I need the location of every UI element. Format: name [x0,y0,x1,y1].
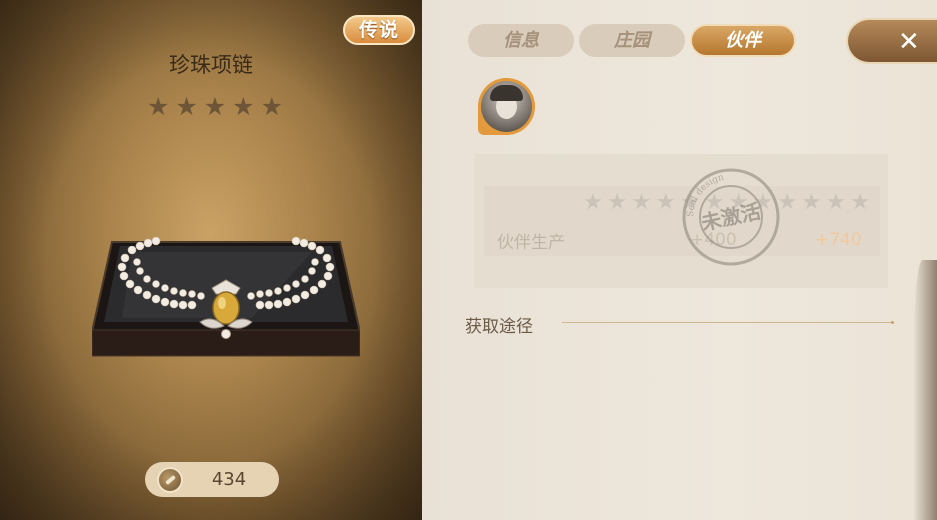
item-star-rating: ★ ★ ★ ★ ★ [147,92,283,122]
close-button[interactable]: ✕ [846,18,937,64]
star-icon: ★ [850,190,870,215]
compass-icon [157,467,183,493]
tab-info[interactable]: 信息 [468,24,574,57]
star-icon: ★ [631,190,652,215]
star-icon: ★ [203,92,227,121]
partner-production-max-value: +740 [815,230,862,250]
page-edge-decoration [913,260,937,520]
item-count-pill: 434 [145,462,279,497]
star-icon: ★ [147,92,170,121]
tab-partner[interactable]: 伙伴 [690,24,796,57]
pearl-necklace-image [92,236,360,357]
source-divider [562,321,894,324]
partner-production-label: 伙伴生产 [497,233,565,253]
star-icon: ★ [655,190,676,215]
avatar [481,81,532,132]
star-icon: ★ [232,92,255,121]
item-showcase-panel: 传说 珍珠项链 ★ ★ ★ ★ ★ 434 [0,0,422,520]
rarity-badge: 传说 [343,15,415,45]
tab-manor[interactable]: 庄园 [579,24,685,57]
item-name: 珍珠项链 [169,53,253,77]
star-icon: ★ [825,190,846,215]
star-icon: ★ [260,92,283,121]
source-title: 获取途径 [465,317,533,337]
star-icon: ★ [175,92,198,121]
star-icon: ★ [607,190,628,215]
inactive-stamp: Seal design 未激活 [682,168,780,266]
item-count: 434 [211,469,247,490]
star-icon: ★ [801,190,822,215]
close-icon: ✕ [898,27,920,57]
star-icon: ★ [583,190,603,215]
partner-avatar-frame[interactable] [478,78,535,135]
stamp-text: 未激活 [699,199,763,235]
